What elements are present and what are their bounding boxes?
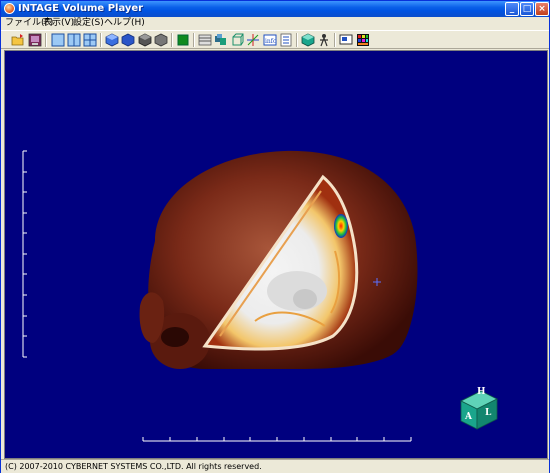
app-window: INTAGE Volume Player _ □ × ファイル(F) 表示(V)… [0,0,550,473]
screen-icon[interactable] [339,33,353,47]
activation-hotspot [334,214,348,238]
toolbar-separator [334,33,336,47]
copyright-text: (C) 2007-2010 CYBERNET SYSTEMS CO.,LTD. … [5,462,262,471]
toolbar: info [1,30,549,49]
close-icon: × [538,4,546,14]
menu-view[interactable]: 表示(V) [43,17,74,30]
maximize-icon: □ [522,4,532,14]
gray-cube-icon[interactable] [138,33,152,47]
info-icon[interactable]: info [263,33,277,47]
single-view-icon[interactable] [51,33,65,47]
vertical-scale-ruler [22,150,27,358]
wireframe-cube-icon[interactable] [230,33,244,47]
app-icon[interactable] [4,3,15,14]
minimize-button[interactable]: _ [505,2,519,16]
color-palette-icon[interactable] [356,33,370,47]
toolbar-separator [100,33,102,47]
toolbar-separator [171,33,173,47]
maximize-button[interactable]: □ [520,2,534,16]
menu-settings[interactable]: 設定(S) [73,17,104,30]
svg-text:info: info [265,38,277,45]
toolbar-separator [193,33,195,47]
window-title: INTAGE Volume Player [18,3,144,14]
save-image-icon[interactable] [28,33,42,47]
minimize-icon: _ [509,4,515,14]
open-folder-icon[interactable] [11,33,25,47]
axes-icon[interactable] [246,33,260,47]
slice-stack-icon[interactable] [198,33,212,47]
person-icon[interactable] [317,33,331,47]
close-button[interactable]: × [535,2,549,16]
head-volume [139,150,418,369]
volume-render: H A L [22,150,498,442]
document-icon[interactable] [279,33,293,47]
green-square-icon[interactable] [176,33,190,47]
title-bar[interactable]: INTAGE Volume Player _ □ × [1,1,549,17]
volume-blocks-icon[interactable] [214,33,228,47]
menu-help[interactable]: ヘルプ(H) [104,17,145,30]
shaded-cube-icon[interactable] [105,33,119,47]
orientation-cube[interactable]: H A L [460,387,498,430]
toolbar-separator [45,33,47,47]
orientation-cube-icon[interactable] [301,33,315,47]
orientation-label-left: A [464,412,473,422]
quad-view-icon[interactable] [83,33,97,47]
blue-cube-icon[interactable] [121,33,135,47]
menu-bar: ファイル(F) 表示(V) 設定(S) ヘルプ(H) [1,17,549,30]
status-bar: (C) 2007-2010 CYBERNET SYSTEMS CO.,LTD. … [1,459,549,473]
orientation-label-right: L [485,408,492,418]
toolbar-separator [296,33,298,47]
dark-cube-icon[interactable] [154,33,168,47]
split-view-icon[interactable] [67,33,81,47]
horizontal-scale-ruler [142,437,412,442]
render-viewport[interactable]: H A L [4,50,548,459]
orientation-label-top: H [477,387,486,397]
